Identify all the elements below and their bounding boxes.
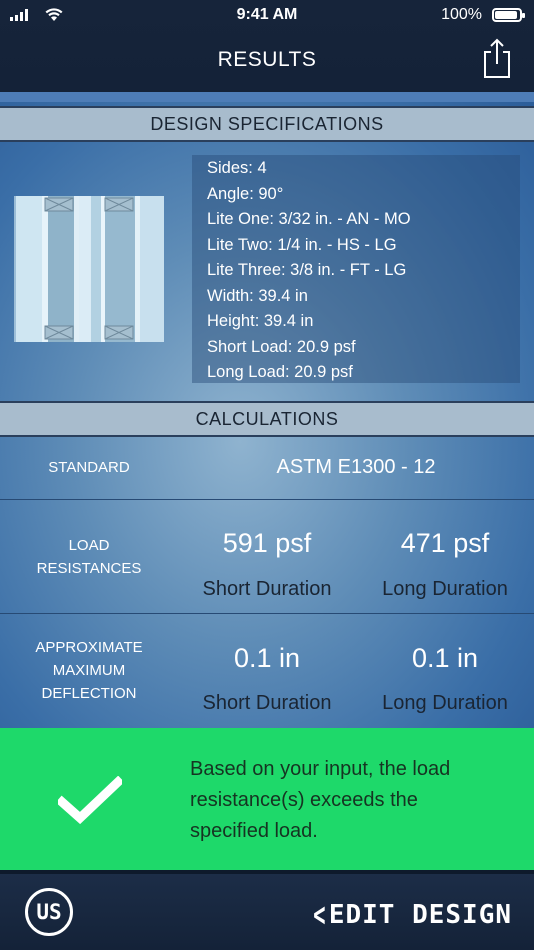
spec-lite-two: Lite Two: 1/4 in. - HS - LG — [207, 235, 397, 254]
result-message-line-1: Based on your input, the load — [190, 758, 451, 780]
edit-design-label: EDIT DESIGN — [328, 900, 512, 930]
load-long-caption: Long Duration — [382, 578, 508, 600]
design-specifications-header: DESIGN SPECIFICATIONS — [0, 106, 534, 142]
row-divider — [0, 613, 534, 614]
share-icon[interactable] — [482, 38, 512, 78]
spec-height: Height: 39.4 in — [207, 312, 314, 330]
edit-design-button[interactable]: <EDIT DESIGN — [309, 895, 512, 935]
top-bar: 9:41 AM 100% RESULTS — [0, 0, 534, 92]
load-label-line-1: LOAD — [68, 537, 110, 554]
spec-angle: Angle: 90° — [207, 184, 284, 203]
specifications-list: Sides: 4 Angle: 90° Lite One: 3/32 in. -… — [192, 155, 520, 383]
spec-width: Width: 39.4 in — [207, 286, 308, 305]
header-divider — [0, 92, 534, 102]
load-long-value: 471 psf — [400, 528, 490, 558]
deflection-label-line-1: APPROXIMATE — [35, 639, 143, 656]
checkmark-icon — [58, 776, 122, 824]
spec-sides: Sides: 4 — [207, 159, 267, 177]
battery-percent: 100% — [441, 6, 482, 23]
deflection-label-line-3: DEFLECTION — [41, 685, 137, 702]
status-bar: 9:41 AM 100% — [0, 0, 534, 30]
deflection-long-caption: Long Duration — [382, 692, 508, 714]
load-label-line-2: RESISTANCES — [36, 560, 142, 577]
spec-short-load: Short Load: 20.9 psf — [207, 337, 356, 356]
row-divider — [0, 499, 534, 500]
window-illustration — [14, 196, 164, 342]
spec-long-load: Long Load: 20.9 psf — [207, 363, 353, 381]
spec-lite-one: Lite One: 3/32 in. - AN - MO — [207, 210, 411, 228]
chevron-left-icon: < — [313, 895, 327, 935]
deflection-short-caption: Short Duration — [202, 692, 332, 714]
battery-icon — [492, 8, 525, 22]
standard-value: ASTM E1300 - 12 — [276, 456, 436, 478]
calculations-header: CALCULATIONS — [0, 401, 534, 437]
units-toggle-button[interactable]: US — [25, 888, 73, 936]
standard-label: STANDARD — [48, 459, 130, 476]
deflection-short-value: 0.1 in — [233, 643, 301, 673]
result-message-line-2: resistance(s) exceeds the — [190, 789, 418, 811]
spec-lite-three: Lite Three: 3/8 in. - FT - LG — [207, 261, 407, 279]
deflection-long-value: 0.1 in — [411, 643, 479, 673]
page-title: RESULTS — [217, 48, 317, 71]
load-short-value: 591 psf — [222, 528, 312, 558]
load-resistances-label: LOAD RESISTANCES — [4, 534, 174, 580]
result-message: Based on your input, the load resistance… — [190, 754, 510, 847]
load-short-caption: Short Duration — [202, 578, 332, 600]
result-message-line-3: specified load. — [190, 820, 318, 842]
deflection-label: APPROXIMATE MAXIMUM DEFLECTION — [4, 636, 174, 705]
deflection-label-line-2: MAXIMUM — [52, 662, 126, 679]
